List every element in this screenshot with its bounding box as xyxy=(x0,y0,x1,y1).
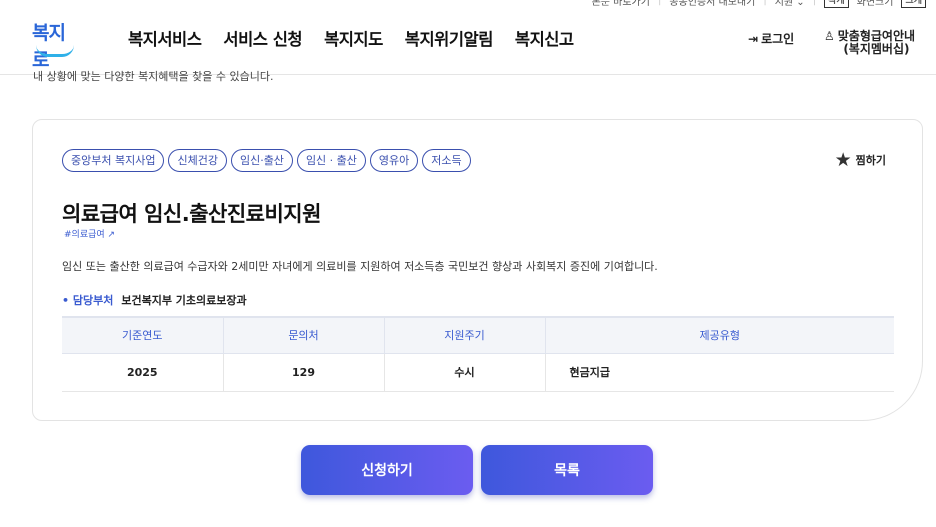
cert-export-link[interactable]: 공동인증서 내보내기 xyxy=(669,0,755,8)
logo-smile-icon xyxy=(36,45,74,57)
nav-welfare-report[interactable]: 복지신고 xyxy=(515,26,574,50)
login-label: 로그인 xyxy=(761,32,795,46)
external-link-icon: ↗ xyxy=(107,230,116,240)
login-button[interactable]: ⇥ 로그인 xyxy=(748,30,794,47)
tag-low-income[interactable]: 저소득 xyxy=(422,149,471,172)
zoom-label: 화면크기 xyxy=(856,0,894,8)
hashtag-label: #의료급여 xyxy=(64,230,105,240)
nav-welfare-map[interactable]: 복지지도 xyxy=(324,26,383,50)
table-row: 2025 129 수시 현금지급 xyxy=(62,353,894,392)
user-plus-icon: ♙ xyxy=(824,29,835,43)
site-header: 복지로 복지서비스 서비스 신청 복지지도 복지위기알림 복지신고 ⇥ 로그인 … xyxy=(0,8,936,75)
custom-benefit-label: 맞춤형급여안내 (복지멤버십) xyxy=(838,30,915,56)
service-card: 중앙부처 복지사업 신체건강 임신·출산 임신 · 출산 영유아 저소득 ★ 찜… xyxy=(32,119,923,421)
table-header-row: 기준연도 문의처 지원주기 제공유형 xyxy=(62,316,894,354)
language-select[interactable]: 지원 ⌄ xyxy=(775,0,805,8)
cell-type: 현금지급 xyxy=(545,353,894,392)
apply-button[interactable]: 신청하기 xyxy=(301,445,473,495)
star-icon: ★ xyxy=(834,149,852,171)
utility-links: 본문 바로가기 | 공동인증서 내보내기 | 지원 ⌄ | 작게 화면크기 크게 xyxy=(592,0,926,8)
main-nav: 복지서비스 서비스 신청 복지지도 복지위기알림 복지신고 xyxy=(128,26,574,50)
custom-benefit-button[interactable]: ♙ 맞춤형급여안내 (복지멤버십) xyxy=(824,30,915,56)
cell-contact: 129 xyxy=(223,353,385,392)
bookmark-button[interactable]: ★ 찜하기 xyxy=(834,149,886,171)
custom-line2: (복지멤버십) xyxy=(843,42,910,56)
department-label: 담당부처 xyxy=(62,292,113,308)
tag-physical-health[interactable]: 신체건강 xyxy=(168,149,227,172)
divider: | xyxy=(812,0,817,6)
utility-bar: 본문 바로가기 | 공동인증서 내보내기 | 지원 ⌄ | 작게 화면크기 크게 xyxy=(0,0,936,8)
col-contact: 문의처 xyxy=(223,316,385,354)
intro-text: 내 상황에 맞는 다양한 복지혜택을 찾을 수 있습니다. xyxy=(33,70,274,83)
font-large-button[interactable]: 크게 xyxy=(901,0,926,8)
hashtag-link[interactable]: #의료급여 ↗ xyxy=(64,227,115,240)
custom-line1: 맞춤형급여안내 xyxy=(837,29,916,43)
cell-year: 2025 xyxy=(62,353,224,392)
service-description: 임신 또는 출산한 의료급여 수급자와 2세미만 자녀에게 의료비를 지원하여 … xyxy=(62,260,658,273)
list-button[interactable]: 목록 xyxy=(481,445,653,495)
divider: | xyxy=(763,0,767,6)
tag-pregnancy-2[interactable]: 임신 · 출산 xyxy=(296,149,366,172)
col-cycle: 지원주기 xyxy=(384,316,546,354)
site-logo[interactable]: 복지로 xyxy=(32,18,78,71)
tag-list: 중앙부처 복지사업 신체건강 임신·출산 임신 · 출산 영유아 저소득 xyxy=(62,149,471,172)
department-value: 보건복지부 기초의료보장과 xyxy=(121,294,247,307)
font-small-button[interactable]: 작게 xyxy=(824,0,849,8)
tag-central-ministry[interactable]: 중앙부처 복지사업 xyxy=(62,149,165,172)
cell-cycle: 수시 xyxy=(384,353,546,392)
nav-crisis-alert[interactable]: 복지위기알림 xyxy=(405,26,494,50)
tag-infant[interactable]: 영유아 xyxy=(369,149,419,172)
bookmark-label: 찜하기 xyxy=(855,154,886,167)
service-title: 의료급여 임신.출산진료비지원 xyxy=(62,202,321,226)
action-buttons: 신청하기 목록 xyxy=(301,445,653,495)
service-info-table: 기준연도 문의처 지원주기 제공유형 2025 129 수시 현금지급 xyxy=(62,316,894,392)
skip-link[interactable]: 본문 바로가기 xyxy=(592,0,650,8)
divider: | xyxy=(657,0,662,6)
tag-pregnancy[interactable]: 임신·출산 xyxy=(230,149,293,172)
chevron-down-icon: ⌄ xyxy=(796,0,805,8)
login-icon: ⇥ xyxy=(748,31,759,46)
nav-service-apply[interactable]: 서비스 신청 xyxy=(223,26,302,50)
language-label: 지원 xyxy=(774,0,794,8)
col-type: 제공유형 xyxy=(545,316,894,354)
col-year: 기준연도 xyxy=(62,316,224,354)
nav-welfare-service[interactable]: 복지서비스 xyxy=(128,26,202,50)
department-info: 담당부처 보건복지부 기초의료보장과 xyxy=(62,292,247,308)
